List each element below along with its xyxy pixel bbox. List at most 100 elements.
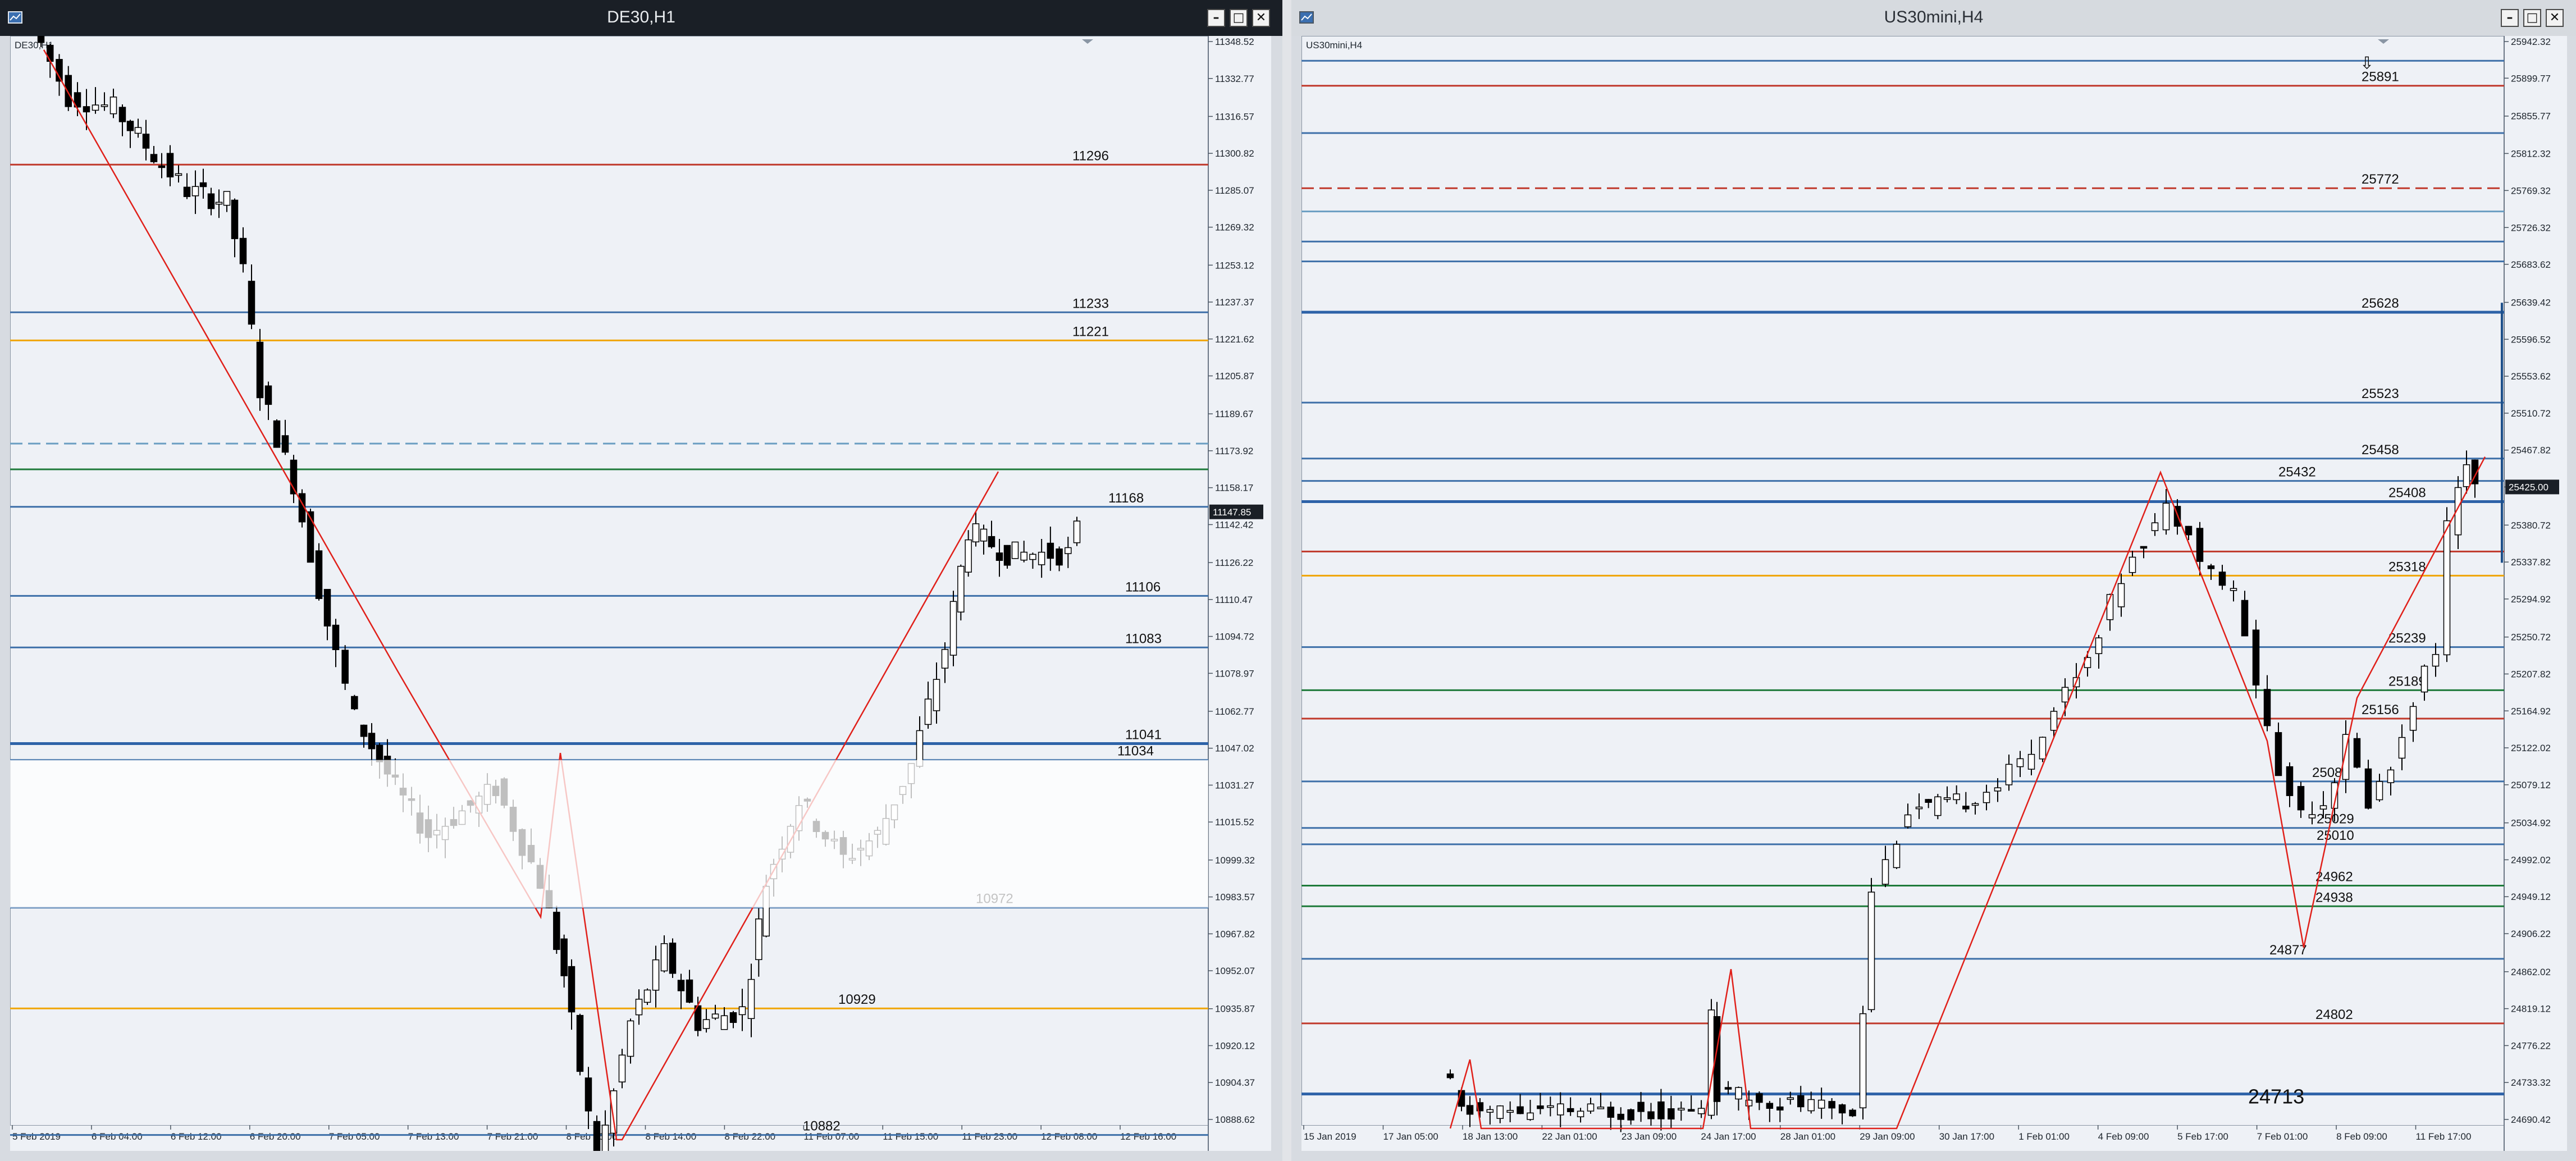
time-tick-label: 12 Feb 16:00 (1120, 1131, 1176, 1142)
price-tick-label: 25294.92 (2511, 594, 2551, 605)
close-button[interactable]: ✕ (1252, 9, 1270, 27)
time-tick-label: 7 Feb 21:00 (487, 1131, 538, 1142)
candle-bear (2185, 525, 2193, 536)
time-tick-label: 7 Feb 05:00 (329, 1131, 380, 1142)
price-tick-label: 25034.92 (2511, 818, 2551, 829)
candle-bear (1668, 1108, 1675, 1120)
price-chart-de30[interactable]: DE30,H1 11348.52 11332.77 11316.57 11300.82 1… (10, 24, 1271, 1161)
chart-window-us30mini[interactable]: US30mini,H4 – □ ✕ US30mini,H4 25942.32 258… (1291, 0, 2576, 1161)
time-tick-label: 22 Jan 01:00 (1542, 1131, 1597, 1142)
price-tick-label: 24906.22 (2511, 929, 2551, 939)
candle-bear (2196, 528, 2204, 562)
candle-bear (1537, 1105, 1544, 1109)
zone-highlight (10, 760, 1208, 908)
candle-bull (2432, 653, 2440, 667)
level-label: 11083 (1125, 631, 1162, 646)
candle-bear (988, 536, 995, 547)
level-label: 25029 (2317, 812, 2354, 827)
price-tick-label: 10904.37 (1215, 1077, 1255, 1088)
candle-bear (341, 650, 349, 684)
candle-bear (2218, 572, 2226, 586)
zigzag-line (43, 49, 999, 1141)
candle-bull (1577, 1110, 1584, 1118)
chart-window-de30[interactable]: DE30,H1 – □ ✕ DE30,H1 11348.52 11332.77 113… (0, 0, 1282, 1161)
price-tick-label: 10952.07 (1215, 966, 1255, 976)
candle-bull (1867, 892, 1875, 1011)
price-tick-label: 24733.32 (2511, 1077, 2551, 1088)
chart-shift-marker (2378, 39, 2389, 44)
candle-bear (1466, 1105, 1474, 1115)
chart-canvas[interactable]: US30mini,H4 25942.32 25899.77 25855.77 25812… (1301, 36, 2567, 1151)
time-tick-label: 17 Jan 05:00 (1383, 1131, 1438, 1142)
time-tick-label: 8 Feb 22:00 (724, 1131, 775, 1142)
time-tick-label: 8 Feb 09:00 (2336, 1131, 2387, 1142)
window-titlebar[interactable]: US30mini,H4 – □ ✕ (1291, 0, 2576, 36)
price-tick-label: 11348.52 (1215, 36, 1254, 47)
level-label: 10929 (838, 992, 876, 1007)
price-tick-label: 11078.97 (1215, 668, 1254, 679)
close-button[interactable]: ✕ (2546, 9, 2564, 27)
candle-bear (2364, 768, 2372, 809)
candle-bear (1849, 1109, 1856, 1117)
price-tick-label: 11062.77 (1215, 706, 1254, 717)
candle-bull (134, 127, 142, 134)
candle-bull (1527, 1112, 1534, 1120)
candle-bull (215, 202, 223, 205)
level-label: 11233 (1072, 296, 1109, 311)
candle-bear (1724, 1087, 1732, 1090)
window-titlebar[interactable]: DE30,H1 – □ ✕ (0, 0, 1282, 36)
time-tick-label: 5 Feb 2019 (12, 1131, 61, 1142)
candle-bull (109, 97, 117, 115)
maximize-button[interactable]: □ (2523, 9, 2541, 27)
candle-bull (1983, 792, 1990, 803)
candle-bull (1697, 1108, 1705, 1114)
time-tick-label: 1 Feb 01:00 (2018, 1131, 2070, 1142)
time-tick-label: 5 Feb 17:00 (2177, 1131, 2228, 1142)
candle-bear (47, 44, 54, 62)
candle-bull (1787, 1097, 1794, 1100)
candle-bull (1486, 1109, 1494, 1113)
candle-bear (368, 733, 376, 749)
maximize-button[interactable]: □ (1230, 9, 1248, 27)
price-tick-label: 25855.77 (2511, 111, 2551, 122)
candle-bear (118, 107, 126, 122)
price-tick-label: 10999.32 (1215, 855, 1255, 866)
candle-bear (1838, 1104, 1846, 1114)
level-label: 24877 (2269, 943, 2307, 958)
price-tick-label: 11142.42 (1215, 519, 1253, 530)
candle-bear (1756, 1093, 1763, 1103)
price-tick-label: 25337.82 (2511, 557, 2551, 568)
candle-bull (711, 1013, 719, 1019)
candle-bear (315, 550, 323, 599)
candle-bear (1925, 799, 1932, 803)
price-tick-label: 11047.02 (1215, 743, 1254, 754)
candle-bull (2420, 665, 2428, 693)
candle-bull (601, 1125, 609, 1154)
candle-bull (747, 979, 755, 1020)
price-chart-us30mini[interactable]: US30mini,H4 25942.32 25899.77 25855.77 25812… (1301, 36, 2567, 1151)
candle-bull (1943, 797, 1951, 800)
price-tick-label: 11285.07 (1215, 185, 1254, 196)
candle-bull (1029, 554, 1036, 560)
price-tick-label: 11015.52 (1215, 817, 1254, 828)
candle-bull (2443, 520, 2451, 656)
candle-bull (1904, 814, 1912, 828)
chart-canvas[interactable]: DE30,H1 11348.5211332.7711316.5711300.821… (10, 24, 1271, 1161)
candle-bear (37, 26, 45, 43)
price-tick-label: 25079.12 (2511, 780, 2551, 790)
candle-bull (2319, 805, 2327, 810)
candle-bear (1962, 806, 1970, 810)
minimize-button[interactable]: – (1207, 9, 1225, 27)
minimize-button[interactable]: – (2501, 9, 2519, 27)
candle-bull (1678, 1108, 1685, 1110)
price-tick-label: 11126.22 (1215, 557, 1253, 568)
candle-bull (1065, 547, 1072, 554)
price-tick-label: 10967.82 (1215, 929, 1255, 939)
level-label: 11296 (1072, 148, 1109, 163)
level-label: 11221 (1072, 324, 1109, 339)
candle-bear (995, 552, 1003, 561)
candle-bull (2039, 737, 2047, 760)
candle-bear (1566, 1108, 1574, 1112)
time-tick-label: 8 Feb 06:00 (567, 1131, 618, 1142)
price-tick-label: 25812.32 (2511, 148, 2551, 159)
